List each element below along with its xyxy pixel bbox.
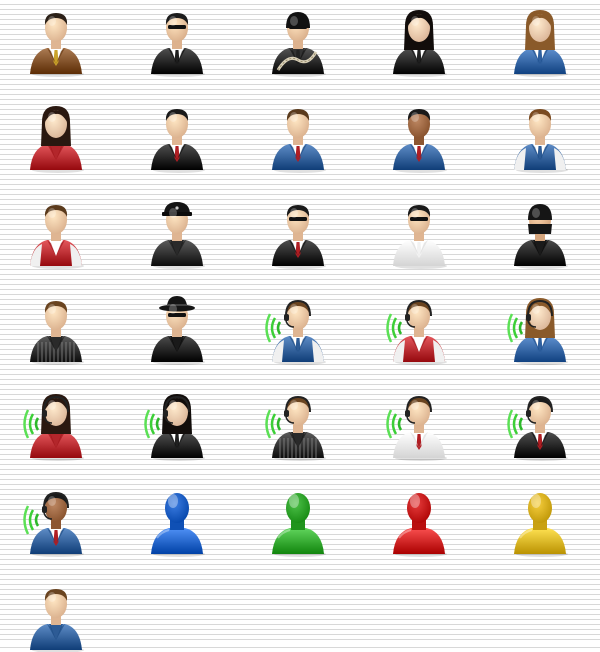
businessman-blue-suit-icon[interactable] (268, 104, 328, 173)
burglar-mask-rope-icon[interactable] (268, 8, 328, 77)
operator-woman-black-graphic (144, 394, 205, 461)
police-officer-graphic (151, 202, 205, 269)
operator-dark-skin-blue-suit-graphic (23, 491, 84, 557)
operator-woman-blue-icon[interactable] (507, 296, 570, 365)
operator-red-vest-graphic (386, 299, 447, 365)
operator-woman-red-icon[interactable] (23, 392, 86, 461)
user-silhouette-green-graphic (272, 493, 326, 557)
businesswoman-blue-suit-icon[interactable] (510, 8, 570, 77)
operator-woman-black-icon[interactable] (144, 392, 207, 461)
man-blue-shirt-icon[interactable] (26, 584, 86, 652)
spy-hat-graphic (151, 296, 205, 365)
businesswoman-black-suit-icon[interactable] (389, 8, 449, 77)
operator-striped-sweater-icon[interactable] (265, 392, 328, 461)
man-striped-sweater-icon[interactable] (26, 296, 86, 365)
spy-hat-icon[interactable] (147, 296, 207, 365)
businesswoman-blue-suit-graphic (514, 10, 568, 77)
man-blue-tshirt-icon[interactable] (510, 104, 570, 173)
businessman-blue-suit-graphic (272, 109, 326, 173)
operator-woman-blue-graphic (507, 298, 568, 365)
agent-sunglasses-graphic (272, 205, 326, 269)
bodyguard-sunglasses-graphic (151, 13, 205, 77)
user-silhouette-green-icon[interactable] (268, 488, 328, 557)
man-blue-tshirt-graphic (514, 109, 568, 173)
user-silhouette-yellow-graphic (514, 493, 568, 557)
bodyguard-sunglasses-icon[interactable] (147, 8, 207, 77)
operator-black-suit-graphic (507, 395, 568, 461)
man-striped-sweater-graphic (30, 301, 84, 365)
operator-striped-sweater-graphic (265, 395, 326, 461)
operator-blue-shirt-icon[interactable] (265, 296, 328, 365)
man-red-vest-graphic (30, 205, 84, 269)
operator-white-shirt-icon[interactable] (386, 392, 449, 461)
user-silhouette-blue-icon[interactable] (147, 488, 207, 557)
man-red-vest-icon[interactable] (26, 200, 86, 269)
police-officer-icon[interactable] (147, 200, 207, 269)
operator-blue-shirt-graphic (265, 299, 326, 365)
ninja-icon[interactable] (510, 200, 570, 269)
operator-dark-skin-blue-suit-icon[interactable] (23, 488, 86, 557)
operator-woman-red-graphic (23, 394, 84, 461)
businessman-black-suit-graphic (151, 109, 205, 173)
ninja-graphic (514, 204, 568, 269)
man-glasses-white-shirt-icon[interactable] (389, 200, 449, 269)
man-blue-shirt-graphic (30, 589, 84, 652)
woman-red-blouse-icon[interactable] (26, 104, 86, 173)
operator-red-vest-icon[interactable] (386, 296, 449, 365)
businessman-brown-suit-graphic (30, 13, 84, 77)
operator-black-suit-icon[interactable] (507, 392, 570, 461)
dark-skin-businessman-blue-suit-graphic (393, 109, 447, 173)
dark-skin-businessman-blue-suit-icon[interactable] (389, 104, 449, 173)
user-silhouette-red-graphic (393, 493, 447, 557)
agent-sunglasses-icon[interactable] (268, 200, 328, 269)
operator-white-shirt-graphic (386, 395, 447, 461)
burglar-mask-rope-graphic (272, 12, 326, 77)
user-silhouette-red-icon[interactable] (389, 488, 449, 557)
user-silhouette-yellow-icon[interactable] (510, 488, 570, 557)
man-glasses-white-shirt-graphic (393, 205, 447, 269)
businessman-brown-suit-icon[interactable] (26, 8, 86, 77)
icon-sheet (0, 0, 600, 652)
businessman-black-suit-icon[interactable] (147, 104, 207, 173)
businesswoman-black-suit-graphic (393, 10, 447, 77)
user-silhouette-blue-graphic (151, 493, 205, 557)
woman-red-blouse-graphic (30, 106, 84, 173)
